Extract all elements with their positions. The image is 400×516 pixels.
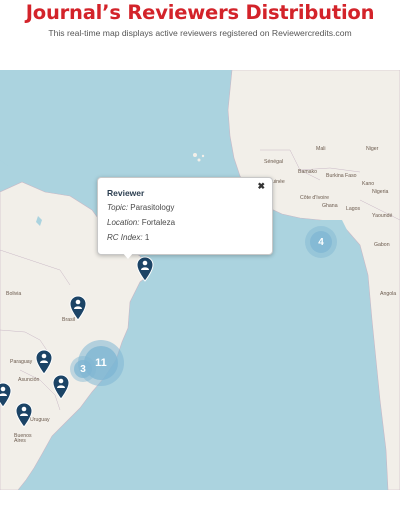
location-value: Fortaleza (141, 218, 176, 227)
rc-value: 1 (144, 233, 150, 242)
reviewer-popup: ✖ Reviewer Topic: Parasitology Location:… (97, 177, 273, 255)
topic-label: Topic: (107, 203, 129, 212)
page-subtitle: This real-time map displays active revie… (48, 28, 352, 38)
map-base-layer[interactable] (0, 70, 400, 490)
label-mali: Mali (316, 146, 326, 152)
person-map-marker-icon[interactable] (0, 382, 12, 408)
label-senegal: Sénégal (264, 159, 284, 165)
popup-location: Location: Fortaleza (107, 218, 175, 227)
person-map-marker-icon[interactable] (35, 349, 53, 375)
topic-value: Parasitology (130, 203, 175, 212)
label-bolivia: Bolivia (6, 291, 22, 297)
label-yaounde: Yaoundé (372, 213, 393, 219)
page-footer-area (0, 490, 400, 516)
person-map-marker-icon[interactable] (69, 295, 87, 321)
label-kano: Kano (362, 181, 375, 187)
cluster-marker[interactable]: 3 (70, 356, 96, 382)
label-burkina: Burkina Faso (326, 173, 357, 179)
label-asuncion: Asunción (18, 377, 40, 383)
reviewers-map[interactable]: Mali Niger Sénégal Bamako Guinée Burkina… (0, 70, 400, 490)
label-lagos: Lagos (346, 206, 361, 212)
popup-tip (122, 252, 134, 259)
cluster-marker[interactable]: 4 (305, 226, 337, 258)
popup-rc-index: RC Index: 1 (107, 233, 149, 242)
location-label: Location: (107, 218, 140, 227)
person-map-marker-icon[interactable] (52, 374, 70, 400)
label-niger: Niger (366, 146, 379, 152)
label-angola: Angola (380, 291, 397, 297)
popup-topic: Topic: Parasitology (107, 203, 174, 212)
cluster-count: 4 (310, 231, 332, 253)
rc-label: RC Index: (107, 233, 143, 242)
label-gabon: Gabon (374, 242, 390, 248)
label-nigeria: Nigeria (372, 189, 389, 195)
page-title: Journal’s Reviewers Distribution (25, 1, 375, 24)
label-bamako: Bamako (298, 169, 318, 175)
label-buenos-aires: Buenos Aires (14, 433, 32, 445)
close-icon[interactable]: ✖ (257, 181, 265, 192)
person-map-marker-icon[interactable] (136, 256, 154, 282)
label-paraguay: Paraguay (10, 359, 33, 365)
person-map-marker-icon[interactable] (15, 402, 33, 428)
label-ghana: Ghana (322, 203, 338, 209)
popup-heading: Reviewer (107, 188, 145, 198)
cluster-count: 3 (74, 360, 92, 378)
label-cote: Côte d'Ivoire (300, 195, 329, 201)
